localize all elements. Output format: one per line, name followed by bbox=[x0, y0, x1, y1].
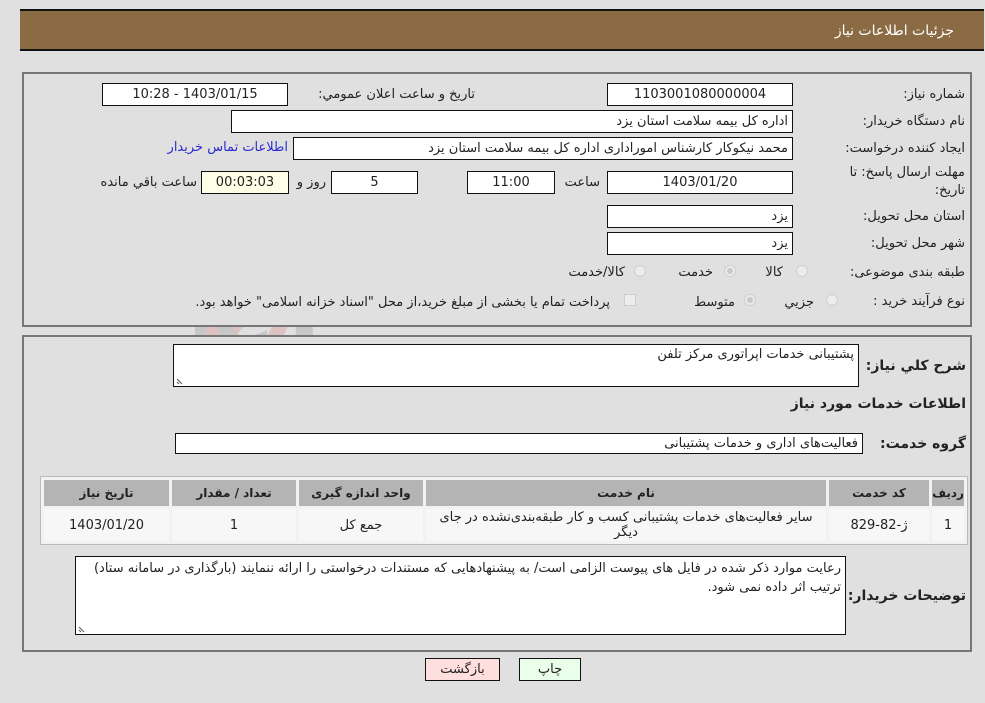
deadline-label: مهلت ارسال پاسخ: تا تاریخ: bbox=[849, 165, 965, 198]
services-section-title: اطلاعات خدمات مورد نیاز bbox=[790, 396, 966, 412]
time-remaining-field[interactable]: 00:03:03 bbox=[201, 171, 289, 194]
category-label: طبقه بندی موضوعی: bbox=[849, 265, 965, 280]
page-title: جزئیات اطلاعات نیاز bbox=[834, 23, 954, 39]
announce-field[interactable]: 1403/01/15 - 10:28 bbox=[102, 83, 288, 106]
treasury-checkbox[interactable] bbox=[624, 294, 636, 306]
time-remaining-label: ساعت باقي مانده bbox=[100, 175, 197, 190]
buyer-org-field[interactable]: اداره کل بیمه سلامت استان یزد bbox=[231, 110, 793, 133]
page-header: جزئیات اطلاعات نیاز bbox=[20, 9, 984, 51]
purchase-option-minor: جزیي bbox=[784, 295, 814, 310]
cell-code: ژ-82-829 bbox=[829, 509, 929, 541]
buyer-notes-label: توضیحات خریدار: bbox=[847, 588, 966, 604]
buyer-notes-text: رعایت موارد ذکر شده در فایل های پیوست ال… bbox=[93, 561, 841, 595]
announce-label: تاریخ و ساعت اعلان عمومي: bbox=[318, 87, 475, 102]
cell-date: 1403/01/20 bbox=[44, 509, 169, 541]
col-code: کد خدمت bbox=[829, 480, 929, 506]
table-row: 1 ژ-82-829 سایر فعالیت‌های خدمات پشتیبان… bbox=[44, 509, 964, 541]
description-label: شرح کلي نیاز: bbox=[865, 358, 966, 374]
category-radio-service[interactable] bbox=[724, 265, 736, 277]
category-option-goods: کالا bbox=[765, 265, 783, 280]
treasury-note: پرداخت تمام یا بخشی از مبلغ خرید،از محل … bbox=[195, 295, 610, 310]
days-remaining-field[interactable]: 5 bbox=[331, 171, 418, 194]
purchase-option-medium: متوسط bbox=[694, 295, 735, 310]
service-group-label: گروه خدمت: bbox=[880, 436, 966, 452]
city-field[interactable]: یزد bbox=[607, 232, 793, 255]
back-button[interactable]: بازگشت bbox=[425, 658, 500, 681]
deadline-time-field[interactable]: 11:00 bbox=[467, 171, 555, 194]
category-radio-goods[interactable] bbox=[796, 265, 808, 277]
requester-label: ایجاد کننده درخواست: bbox=[845, 141, 965, 156]
requester-field[interactable]: محمد نیکوکار کارشناس امورادارى اداره کل … bbox=[293, 137, 793, 160]
buyer-contact-link[interactable]: اطلاعات تماس خریدار bbox=[168, 140, 288, 155]
category-option-service: خدمت bbox=[678, 265, 713, 280]
province-label: استان محل تحویل: bbox=[863, 209, 965, 224]
col-unit: واحد اندازه گیری bbox=[299, 480, 423, 506]
cell-unit: جمع کل bbox=[299, 509, 423, 541]
resize-grip-icon[interactable] bbox=[176, 375, 186, 385]
category-radio-goods-service[interactable] bbox=[634, 265, 646, 277]
print-button[interactable]: چاپ bbox=[519, 658, 581, 681]
buyer-org-label: نام دستگاه خریدار: bbox=[862, 114, 965, 129]
need-number-field[interactable]: 1103001080000004 bbox=[607, 83, 793, 106]
service-group-field[interactable]: فعالیت‌های اداری و خدمات پشتیبانی bbox=[175, 433, 863, 454]
city-label: شهر محل تحویل: bbox=[870, 236, 965, 251]
resize-grip-icon[interactable] bbox=[78, 623, 88, 633]
services-table: ردیف کد خدمت نام خدمت واحد اندازه گیری ت… bbox=[40, 476, 968, 545]
province-field[interactable]: یزد bbox=[607, 205, 793, 228]
description-text: پشتیبانی خدمات اپراتوری مرکز تلفن bbox=[657, 347, 854, 362]
cell-row: 1 bbox=[932, 509, 964, 541]
category-option-goods-service: کالا/خدمت bbox=[568, 265, 625, 280]
cell-name: سایر فعالیت‌های خدمات پشتیبانی کسب و کار… bbox=[426, 509, 826, 541]
col-qty: تعداد / مقدار bbox=[172, 480, 296, 506]
deadline-time-label: ساعت bbox=[564, 175, 600, 190]
cell-qty: 1 bbox=[172, 509, 296, 541]
purchase-radio-medium[interactable] bbox=[744, 294, 756, 306]
description-textarea[interactable]: پشتیبانی خدمات اپراتوری مرکز تلفن bbox=[173, 344, 859, 387]
purchase-type-label: نوع فرآیند خرید : bbox=[873, 294, 965, 309]
col-date: تاریخ نیاز bbox=[44, 480, 169, 506]
col-name: نام خدمت bbox=[426, 480, 826, 506]
buyer-notes-textarea[interactable]: رعایت موارد ذکر شده در فایل های پیوست ال… bbox=[75, 556, 846, 635]
table-header-row: ردیف کد خدمت نام خدمت واحد اندازه گیری ت… bbox=[44, 480, 964, 506]
col-row: ردیف bbox=[932, 480, 964, 506]
days-label: روز و bbox=[296, 175, 326, 190]
deadline-date-field[interactable]: 1403/01/20 bbox=[607, 171, 793, 194]
need-number-label: شماره نیاز: bbox=[903, 87, 965, 102]
purchase-radio-minor[interactable] bbox=[826, 294, 838, 306]
